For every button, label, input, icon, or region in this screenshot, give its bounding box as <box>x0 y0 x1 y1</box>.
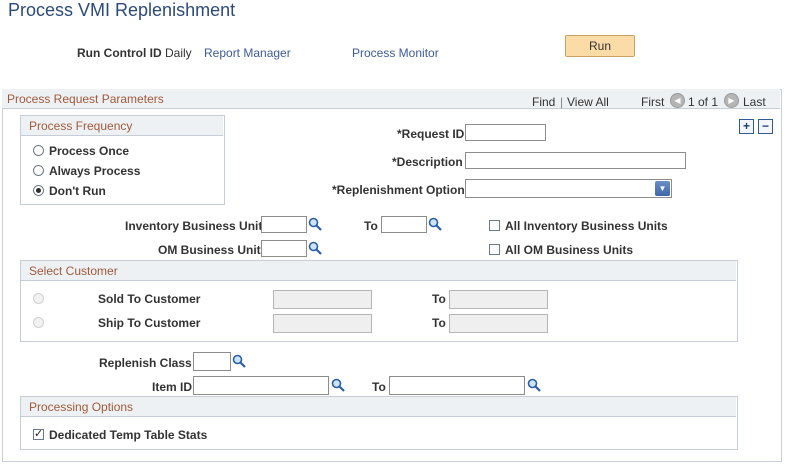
replenishment-option-select[interactable]: ▼ <box>465 179 672 198</box>
inventory-bu-label: Inventory Business Unit <box>125 219 263 233</box>
all-inventory-bu-checkbox[interactable] <box>489 220 500 231</box>
ship-to-label: Ship To Customer <box>98 316 201 330</box>
report-manager-link[interactable]: Report Manager <box>204 46 291 60</box>
radio-always-process[interactable] <box>33 165 44 176</box>
sold-to-to-label: To <box>432 292 446 306</box>
replenish-class-label: Replenish Class <box>99 356 192 370</box>
item-id-to-input[interactable] <box>389 376 525 395</box>
dedicated-temp-table-checkbox[interactable] <box>33 427 44 440</box>
add-row-button[interactable]: + <box>739 119 754 134</box>
description-input[interactable] <box>465 152 686 169</box>
item-id-label: Item ID <box>152 380 193 394</box>
item-id-to-label: To <box>372 380 386 394</box>
replenishment-option-label: *Replenishment Option <box>332 183 465 197</box>
arrow-right-icon[interactable]: ▶ <box>724 93 739 108</box>
chevron-down-icon[interactable]: ▼ <box>655 181 670 196</box>
ship-to-to-input[interactable] <box>449 314 548 333</box>
item-id-from-input[interactable] <box>193 376 329 395</box>
lookup-item-from-icon[interactable] <box>331 378 345 392</box>
run-button[interactable]: Run <box>565 35 635 57</box>
radio-ship-to[interactable] <box>33 317 44 328</box>
description-label: *Description <box>392 155 463 169</box>
run-control-value: Daily <box>165 46 192 60</box>
lookup-inventory-bu-to-icon[interactable] <box>428 217 442 231</box>
run-control-label: Run Control ID <box>77 46 162 60</box>
all-om-bu-checkbox[interactable] <box>489 244 500 255</box>
last-label: Last <box>743 95 766 109</box>
view-all-link[interactable]: View All <box>567 95 609 109</box>
inventory-bu-to-label: To <box>364 219 378 233</box>
sold-to-label: Sold To Customer <box>98 292 201 306</box>
first-label: First <box>641 95 665 109</box>
radio-process-once[interactable] <box>33 145 44 156</box>
lookup-item-to-icon[interactable] <box>527 378 541 392</box>
dont-run-label: Don't Run <box>49 184 106 198</box>
om-bu-label: OM Business Unit <box>158 243 261 257</box>
inventory-bu-from-input[interactable] <box>261 216 307 233</box>
lookup-om-bu-icon[interactable] <box>308 241 322 255</box>
inventory-bu-to-input[interactable] <box>381 216 427 233</box>
find-link[interactable]: Find <box>532 95 555 109</box>
process-monitor-link[interactable]: Process Monitor <box>352 46 439 60</box>
process-once-label: Process Once <box>49 144 130 158</box>
replenish-class-input[interactable] <box>193 352 231 371</box>
radio-dont-run[interactable] <box>33 185 44 196</box>
page-info: 1 of 1 <box>688 95 719 109</box>
ship-to-to-label: To <box>432 316 446 330</box>
lookup-inventory-bu-from-icon[interactable] <box>308 217 322 231</box>
lookup-replenish-class-icon[interactable] <box>232 354 246 368</box>
select-customer-title: Select Customer <box>29 264 118 278</box>
processing-options-title: Processing Options <box>29 400 134 414</box>
request-id-input[interactable] <box>465 124 546 141</box>
delete-row-button[interactable]: − <box>758 119 773 134</box>
process-frequency-title: Process Frequency <box>29 119 133 133</box>
request-id-label: *Request ID <box>397 127 465 141</box>
page-title: Process VMI Replenishment <box>8 0 236 20</box>
arrow-left-icon[interactable]: ◀ <box>670 93 685 108</box>
sold-to-to-input[interactable] <box>449 290 548 309</box>
all-om-bu-label: All OM Business Units <box>505 243 634 257</box>
nav-separator: | <box>560 95 564 109</box>
sold-to-from-input[interactable] <box>273 290 372 309</box>
dedicated-temp-table-label: Dedicated Temp Table Stats <box>49 428 208 442</box>
select-customer-header <box>21 261 736 281</box>
always-process-label: Always Process <box>49 164 141 178</box>
panel-title: Process Request Parameters <box>7 92 164 106</box>
radio-sold-to[interactable] <box>33 293 44 304</box>
om-bu-input[interactable] <box>261 240 307 257</box>
ship-to-from-input[interactable] <box>273 314 372 333</box>
all-inventory-bu-label: All Inventory Business Units <box>505 219 668 233</box>
